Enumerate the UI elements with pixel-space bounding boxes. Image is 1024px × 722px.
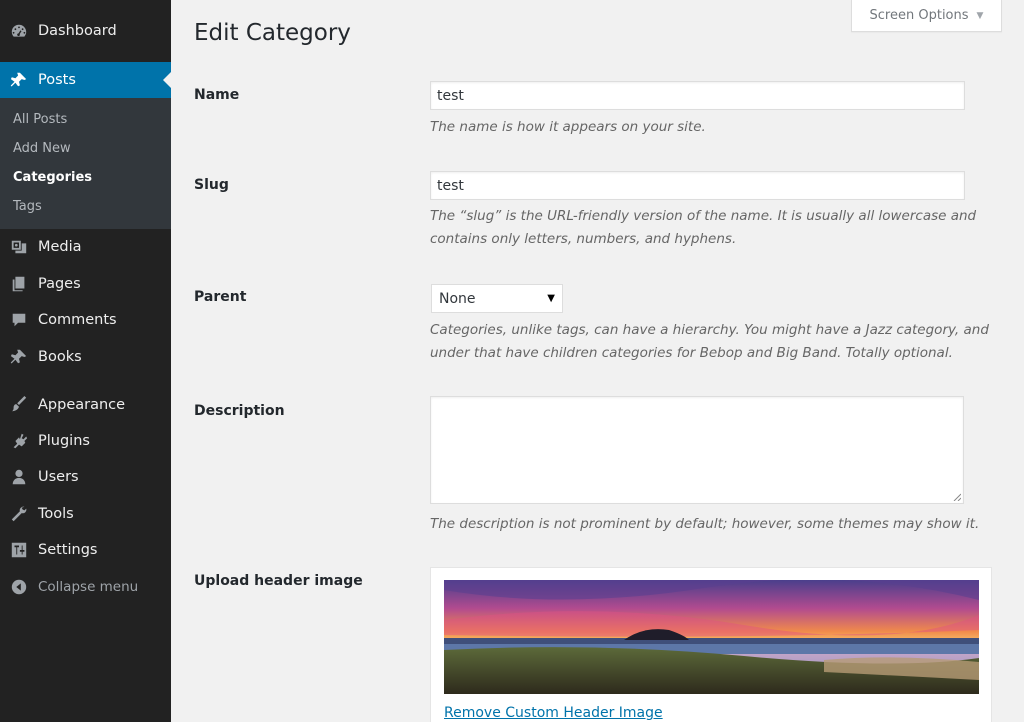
- remove-header-image-link[interactable]: Remove Custom Header Image: [444, 705, 663, 721]
- resize-handle-icon[interactable]: [953, 493, 961, 501]
- sidebar-item-comments[interactable]: Comments: [0, 302, 171, 338]
- slug-field[interactable]: [430, 171, 965, 200]
- sidebar-item-media[interactable]: Media: [0, 229, 171, 265]
- sidebar-item-label: Comments: [38, 312, 117, 328]
- sidebar-item-label: Users: [38, 469, 79, 485]
- caret-down-icon: ▼: [976, 10, 984, 21]
- sidebar-item-tools[interactable]: Tools: [0, 496, 171, 532]
- parent-select-value: None: [439, 290, 476, 307]
- sidebar-item-appearance[interactable]: Appearance: [0, 387, 171, 423]
- parent-help-text-line2: under that have children categories for …: [430, 345, 953, 361]
- page-title: Edit Category: [194, 20, 351, 46]
- dropdown-arrow-icon: ▼: [547, 293, 555, 304]
- sunset-beach-image: [444, 580, 979, 694]
- wrench-icon: [9, 504, 29, 524]
- media-icon: [9, 237, 29, 257]
- paintbrush-icon: [9, 395, 29, 415]
- plug-icon: [9, 431, 29, 451]
- header-image-label: Upload header image: [194, 573, 363, 589]
- sidebar-item-label: Media: [38, 239, 82, 255]
- header-image-preview: [444, 580, 979, 694]
- sidebar-item-settings[interactable]: Settings: [0, 532, 171, 568]
- collapse-arrow-icon: [9, 577, 29, 597]
- sidebar-item-label: Tools: [38, 506, 74, 522]
- description-label: Description: [194, 403, 285, 419]
- submenu-item-tags[interactable]: Tags: [13, 199, 42, 214]
- submenu-item-add-new[interactable]: Add New: [13, 141, 71, 156]
- screen-options-button[interactable]: Screen Options ▼: [851, 0, 1002, 32]
- screen-options-label: Screen Options: [869, 8, 969, 23]
- posts-submenu: All Posts Add New Categories Tags: [0, 98, 171, 229]
- description-help-text: The description is not prominent by defa…: [430, 516, 980, 532]
- sidebar-item-books[interactable]: Books: [0, 339, 171, 375]
- pushpin-icon: [9, 347, 29, 367]
- users-icon: [9, 467, 29, 487]
- collapse-menu-button[interactable]: Collapse menu: [0, 569, 171, 605]
- sidebar-item-label: Appearance: [38, 397, 126, 413]
- settings-icon: [9, 540, 29, 560]
- sidebar-item-dashboard[interactable]: Dashboard: [0, 13, 171, 49]
- sidebar-item-posts[interactable]: Posts: [0, 62, 171, 98]
- sidebar-item-users[interactable]: Users: [0, 459, 171, 495]
- name-help-text: The name is how it appears on your site.: [430, 119, 706, 135]
- sidebar-item-pages[interactable]: Pages: [0, 266, 171, 302]
- sidebar-item-label: Plugins: [38, 433, 90, 449]
- pushpin-icon: [9, 70, 29, 90]
- comments-icon: [9, 310, 29, 330]
- sidebar-item-label: Books: [38, 349, 82, 365]
- sidebar-item-label: Dashboard: [38, 23, 117, 39]
- name-label: Name: [194, 87, 240, 103]
- admin-sidebar: Dashboard Posts All Posts Add New Catego…: [0, 0, 171, 722]
- pages-icon: [9, 274, 29, 294]
- parent-label: Parent: [194, 289, 247, 305]
- slug-help-text-line2: contains only letters, numbers, and hyph…: [430, 231, 737, 247]
- submenu-item-all-posts[interactable]: All Posts: [13, 112, 67, 127]
- sidebar-item-label: Posts: [38, 72, 76, 88]
- header-image-box: Remove Custom Header Image: [430, 567, 992, 722]
- name-field[interactable]: [430, 81, 965, 110]
- slug-label: Slug: [194, 177, 229, 193]
- active-indicator: [163, 72, 171, 88]
- sidebar-item-label: Pages: [38, 276, 81, 292]
- sidebar-item-label: Settings: [38, 542, 98, 558]
- parent-help-text-line1: Categories, unlike tags, can have a hier…: [430, 322, 989, 338]
- sidebar-item-plugins[interactable]: Plugins: [0, 423, 171, 459]
- description-textarea[interactable]: [430, 396, 964, 504]
- parent-select[interactable]: None ▼: [431, 284, 563, 313]
- slug-help-text-line1: The “slug” is the URL-friendly version o…: [430, 208, 977, 224]
- dashboard-icon: [9, 21, 29, 41]
- submenu-item-categories[interactable]: Categories: [13, 170, 92, 185]
- collapse-menu-label: Collapse menu: [38, 579, 139, 595]
